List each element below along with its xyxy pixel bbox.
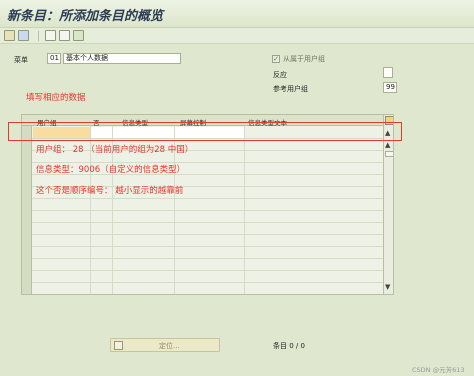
toolbar	[0, 28, 474, 44]
copy-icon[interactable]	[45, 30, 56, 41]
entry-status: 条目 0 / 0	[273, 342, 305, 350]
locate-icon	[114, 341, 123, 350]
annotation-info-type: 信息类型：9006（自定义的信息类型）	[36, 165, 186, 175]
locate-button[interactable]: 定位...	[110, 338, 220, 352]
row-divider	[32, 270, 383, 271]
row-divider	[32, 282, 383, 283]
scroll-page-up-icon[interactable]: ▲	[385, 141, 390, 149]
select-all-icon[interactable]	[73, 30, 84, 41]
from-user-group-label: 从属于用户组	[283, 55, 325, 63]
reaction-label: 反应	[273, 71, 287, 79]
title-bar: 新条目：所添加条目的概览	[0, 0, 474, 28]
new-entries-icon[interactable]	[18, 30, 29, 41]
row-divider	[32, 222, 383, 223]
vertical-scrollbar[interactable]: ▲ ▲ ▼	[383, 115, 393, 294]
row-divider	[32, 198, 383, 199]
annotation-fill-data: 填写相应的数据	[26, 93, 86, 103]
locate-button-label: 定位...	[159, 342, 180, 350]
row-selector-column[interactable]	[22, 126, 32, 294]
row-divider	[32, 258, 383, 259]
data-table: 用户组 否 信息类型 屏幕控制 信息类型文本 ▲ ▲ ▼	[21, 114, 394, 295]
menu-code-field[interactable]: 01	[47, 53, 61, 64]
delete-icon[interactable]	[59, 30, 70, 41]
scrollbar-thumb[interactable]	[385, 151, 393, 157]
menu-text-field: 基本个人数据	[63, 53, 181, 64]
reaction-field[interactable]	[383, 67, 393, 78]
annotation-user-group: 用户组： 28 （当前用户的组为28 中国）	[36, 145, 194, 155]
row-divider	[32, 210, 383, 211]
row-divider	[32, 234, 383, 235]
display-change-icon[interactable]	[4, 30, 15, 41]
highlight-box	[8, 122, 402, 141]
scroll-down-icon[interactable]: ▼	[385, 283, 390, 291]
from-user-group-checkbox[interactable]: ✓	[272, 55, 280, 63]
ref-user-group-label: 参考用户组	[273, 85, 308, 93]
watermark: CSDN @元芳613	[412, 366, 465, 374]
page-title: 新条目：所添加条目的概览	[7, 9, 164, 24]
toolbar-divider	[38, 31, 39, 41]
ref-user-group-field[interactable]: 99	[383, 82, 397, 93]
row-divider	[32, 246, 383, 247]
menu-label: 菜单	[14, 56, 28, 64]
annotation-order-number: 这个否是顺序编号： 越小显示的越靠前	[36, 186, 184, 196]
